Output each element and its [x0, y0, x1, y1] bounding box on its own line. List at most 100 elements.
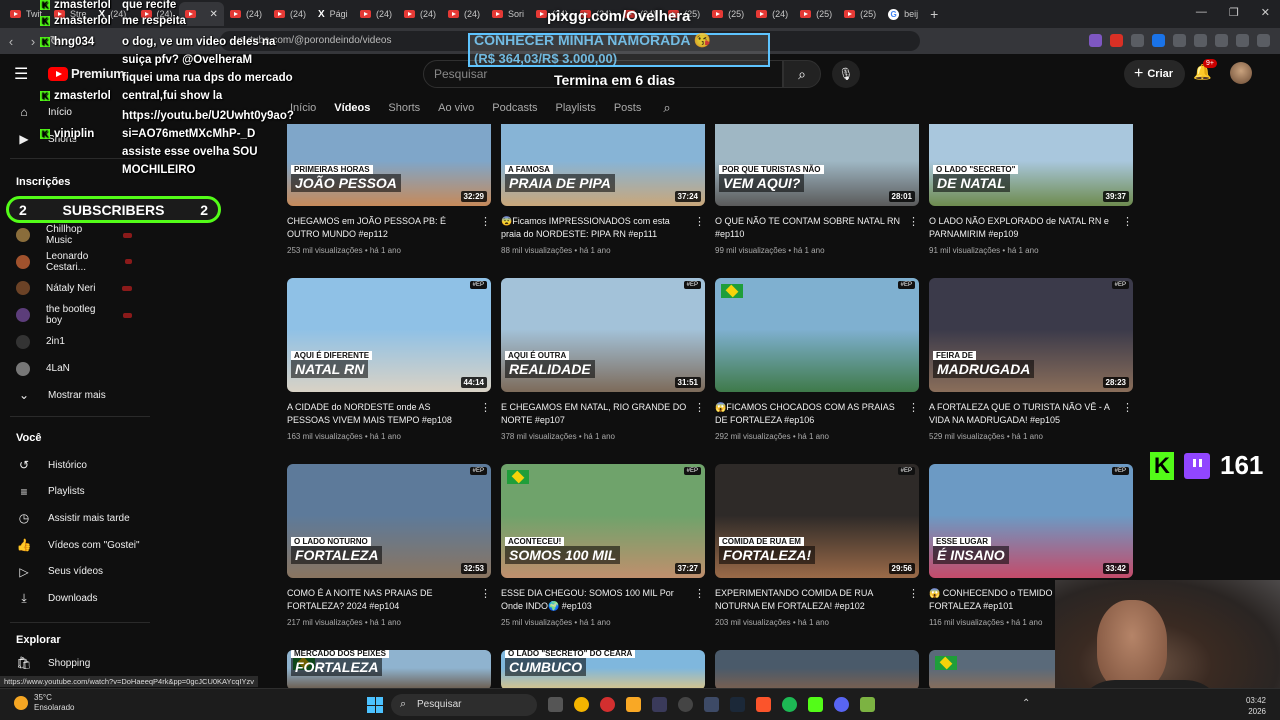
discord-icon[interactable] [834, 697, 849, 712]
video-thumbnail[interactable]: #EP O LADO NOTURNO FORTALEZA 32:53 [287, 464, 491, 578]
video-thumbnail[interactable]: POR QUE TURISTAS NÃO VEM AQUI? 28:01 [715, 124, 919, 206]
hamburger-menu-icon[interactable]: ☰ [14, 64, 28, 84]
video-card[interactable]: O LADO "SECRETO" DO CEARÁ CUMBUCO [501, 650, 705, 690]
new-tab-button[interactable]: + [930, 6, 938, 22]
video-title[interactable]: 😨Ficamos IMPRESSIONADOS com esta praia d… [501, 215, 705, 241]
browser-tab[interactable]: Sori [486, 2, 530, 26]
browser-tab[interactable]: (24) [750, 2, 794, 26]
browser-tab[interactable]: (25) [838, 2, 882, 26]
sidebar-item[interactable]: 4LaN [0, 356, 150, 382]
you-heading[interactable]: Você [16, 432, 41, 444]
video-card[interactable]: PRIMEIRAS HORAS JOÃO PESSOA 32:29 CHEGAMOS … [287, 92, 491, 255]
task-view-icon[interactable] [548, 697, 563, 712]
video-thumbnail[interactable]: #EP COMIDA DE RUA EM FORTALEZA! 29:56 [715, 464, 919, 578]
clock[interactable]: 03:42 2026 [1246, 695, 1266, 717]
close-window-icon[interactable]: ✕ [1261, 6, 1270, 19]
browser-tab[interactable]: (24) [442, 2, 486, 26]
profile-icon[interactable] [1257, 34, 1270, 47]
extension-icon[interactable] [1152, 34, 1165, 47]
video-thumbnail[interactable]: #EP AQUI É DIFERENTE NATAL RN 44:14 [287, 278, 491, 392]
video-thumbnail[interactable]: O LADO "SECRETO" DE NATAL 39:37 [929, 124, 1133, 206]
video-thumbnail[interactable]: #EP [715, 278, 919, 392]
sidebar-item[interactable]: ↺ Histórico [0, 452, 150, 478]
avatar[interactable] [1230, 62, 1252, 84]
video-title[interactable]: ESSE DIA CHEGOU: SOMOS 100 MIL Por Onde … [501, 587, 705, 613]
app-icon[interactable] [652, 697, 667, 712]
video-card[interactable]: #EP COMIDA DE RUA EM FORTALEZA! 29:56 EXPERI… [715, 464, 919, 627]
more-options-icon[interactable]: ⋮ [1122, 215, 1133, 228]
browser-tab[interactable]: (24) [354, 2, 398, 26]
media-icon[interactable] [1215, 34, 1228, 47]
video-card[interactable]: POR QUE TURISTAS NÃO VEM AQUI? 28:01 O QUE … [715, 92, 919, 255]
video-card[interactable]: #EP AQUI É DIFERENTE NATAL RN 44:14 A CIDADE… [287, 278, 491, 441]
voice-search-button[interactable]: 🎙 [832, 60, 860, 88]
video-title[interactable]: COMO É A NOITE NAS PRAIAS DE FORTALEZA? … [287, 587, 491, 613]
video-title[interactable]: 😱FICAMOS CHOCADOS COM AS PRAIAS DE FORTA… [715, 401, 919, 427]
browser-tab[interactable]: (25) [706, 2, 750, 26]
video-thumbnail[interactable]: PRIMEIRAS HORAS JOÃO PESSOA 32:29 [287, 124, 491, 206]
obs-icon[interactable] [678, 697, 693, 712]
search-button[interactable]: ⌕ [783, 60, 821, 88]
more-options-icon[interactable]: ⋮ [1122, 401, 1133, 414]
maximize-icon[interactable]: ❐ [1229, 6, 1239, 19]
video-card[interactable]: A FAMOSA PRAIA DE PIPA 37:24 😨Ficamos IMPRE… [501, 92, 705, 255]
more-options-icon[interactable]: ⋮ [908, 587, 919, 600]
sidebar-icon[interactable] [1236, 34, 1249, 47]
video-title[interactable]: EXPERIMENTANDO COMIDA DE RUA NOTURNA EM … [715, 587, 919, 613]
video-thumbnail[interactable]: #EP FEIRA DE MADRUGADA 28:23 [929, 278, 1133, 392]
more-options-icon[interactable]: ⋮ [908, 215, 919, 228]
video-card[interactable]: #EP AQUI É OUTRA REALIDADE 31:51 E CHEGAMOS … [501, 278, 705, 441]
video-card[interactable] [715, 650, 919, 690]
puzzle-icon[interactable] [1194, 34, 1207, 47]
extension-icon[interactable] [1089, 34, 1102, 47]
opera-icon[interactable] [600, 697, 615, 712]
more-options-icon[interactable]: ⋮ [908, 401, 919, 414]
video-thumbnail[interactable]: A FAMOSA PRAIA DE PIPA 37:24 [501, 124, 705, 206]
tray-chevron-icon[interactable]: ⌃ [1022, 698, 1030, 709]
extension-icon[interactable] [1131, 34, 1144, 47]
sidebar-item[interactable]: ◷ Assistir mais tarde [0, 505, 150, 531]
video-card[interactable]: MERCADO DOS PEIXES FORTALEZA [287, 650, 491, 690]
sidebar-item[interactable]: 👍 Vídeos com "Gostei" [0, 532, 150, 558]
more-options-icon[interactable]: ⋮ [694, 587, 705, 600]
video-thumbnail[interactable]: #EP ESSE LUGAR É INSANO 33:42 [929, 464, 1133, 578]
video-thumbnail[interactable]: #EP AQUI É OUTRA REALIDADE 31:51 [501, 278, 705, 392]
video-card[interactable]: #EP 😱FICAMOS CHOCADOS COM AS PRAIAS DE FO… [715, 278, 919, 441]
chrome-icon[interactable] [574, 697, 589, 712]
video-card[interactable]: #EP O LADO NOTURNO FORTALEZA 32:53 COMO É A … [287, 464, 491, 627]
weather-widget[interactable]: 35°C Ensolarado [14, 693, 74, 713]
extension-icon[interactable] [1173, 34, 1186, 47]
more-options-icon[interactable]: ⋮ [694, 215, 705, 228]
video-thumbnail[interactable]: O LADO "SECRETO" DO CEARÁ CUMBUCO [501, 650, 705, 690]
notepad-icon[interactable] [860, 697, 875, 712]
sidebar-item[interactable]: 🛍 Shopping [0, 650, 150, 676]
steam-icon[interactable] [730, 697, 745, 712]
minimize-icon[interactable]: — [1196, 6, 1207, 19]
video-thumbnail[interactable] [715, 650, 919, 690]
start-button[interactable] [367, 697, 383, 713]
spotify-icon[interactable] [782, 697, 797, 712]
file-explorer-icon[interactable] [626, 697, 641, 712]
sidebar-item[interactable]: ⤓ Downloads [0, 586, 150, 612]
back-icon[interactable]: ‹ [0, 34, 22, 49]
video-card[interactable]: #EP FEIRA DE MADRUGADA 28:23 A FORTALEZA QUE… [929, 278, 1133, 441]
create-button[interactable]: + Criar [1124, 60, 1186, 88]
video-title[interactable]: CHEGAMOS em JOÃO PESSOA PB: É OUTRO MUND… [287, 215, 491, 241]
video-title[interactable]: O LADO NÃO EXPLORADO de NATAL RN e PARNA… [929, 215, 1133, 241]
browser-tab[interactable]: X Pági [312, 2, 354, 26]
video-card[interactable]: O LADO "SECRETO" DE NATAL 39:37 O LADO NÃO … [929, 92, 1133, 255]
video-card[interactable]: #EP ACONTECEU! SOMOS 100 MIL 37:27 ESSE DIA … [501, 464, 705, 627]
sidebar-item[interactable]: ▷ Seus vídeos [0, 559, 150, 585]
app-icon[interactable] [704, 697, 719, 712]
more-options-icon[interactable]: ⋮ [480, 587, 491, 600]
video-title[interactable]: A FORTALEZA QUE O TURISTA NÃO VÊ - A VID… [929, 401, 1133, 427]
browser-tab[interactable]: (25) [794, 2, 838, 26]
video-thumbnail[interactable]: #EP ACONTECEU! SOMOS 100 MIL 37:27 [501, 464, 705, 578]
video-title[interactable]: A CIDADE do NORDESTE onde AS PESSOAS VIV… [287, 401, 491, 427]
sidebar-item[interactable]: 2in1 [0, 329, 150, 355]
more-options-icon[interactable]: ⋮ [694, 401, 705, 414]
sidebar-item[interactable]: ⌄ Mostrar mais [0, 382, 150, 408]
taskbar-search[interactable]: ⌕ Pesquisar [391, 694, 537, 716]
browser-tab[interactable]: Gbeij [882, 2, 924, 26]
more-options-icon[interactable]: ⋮ [480, 215, 491, 228]
